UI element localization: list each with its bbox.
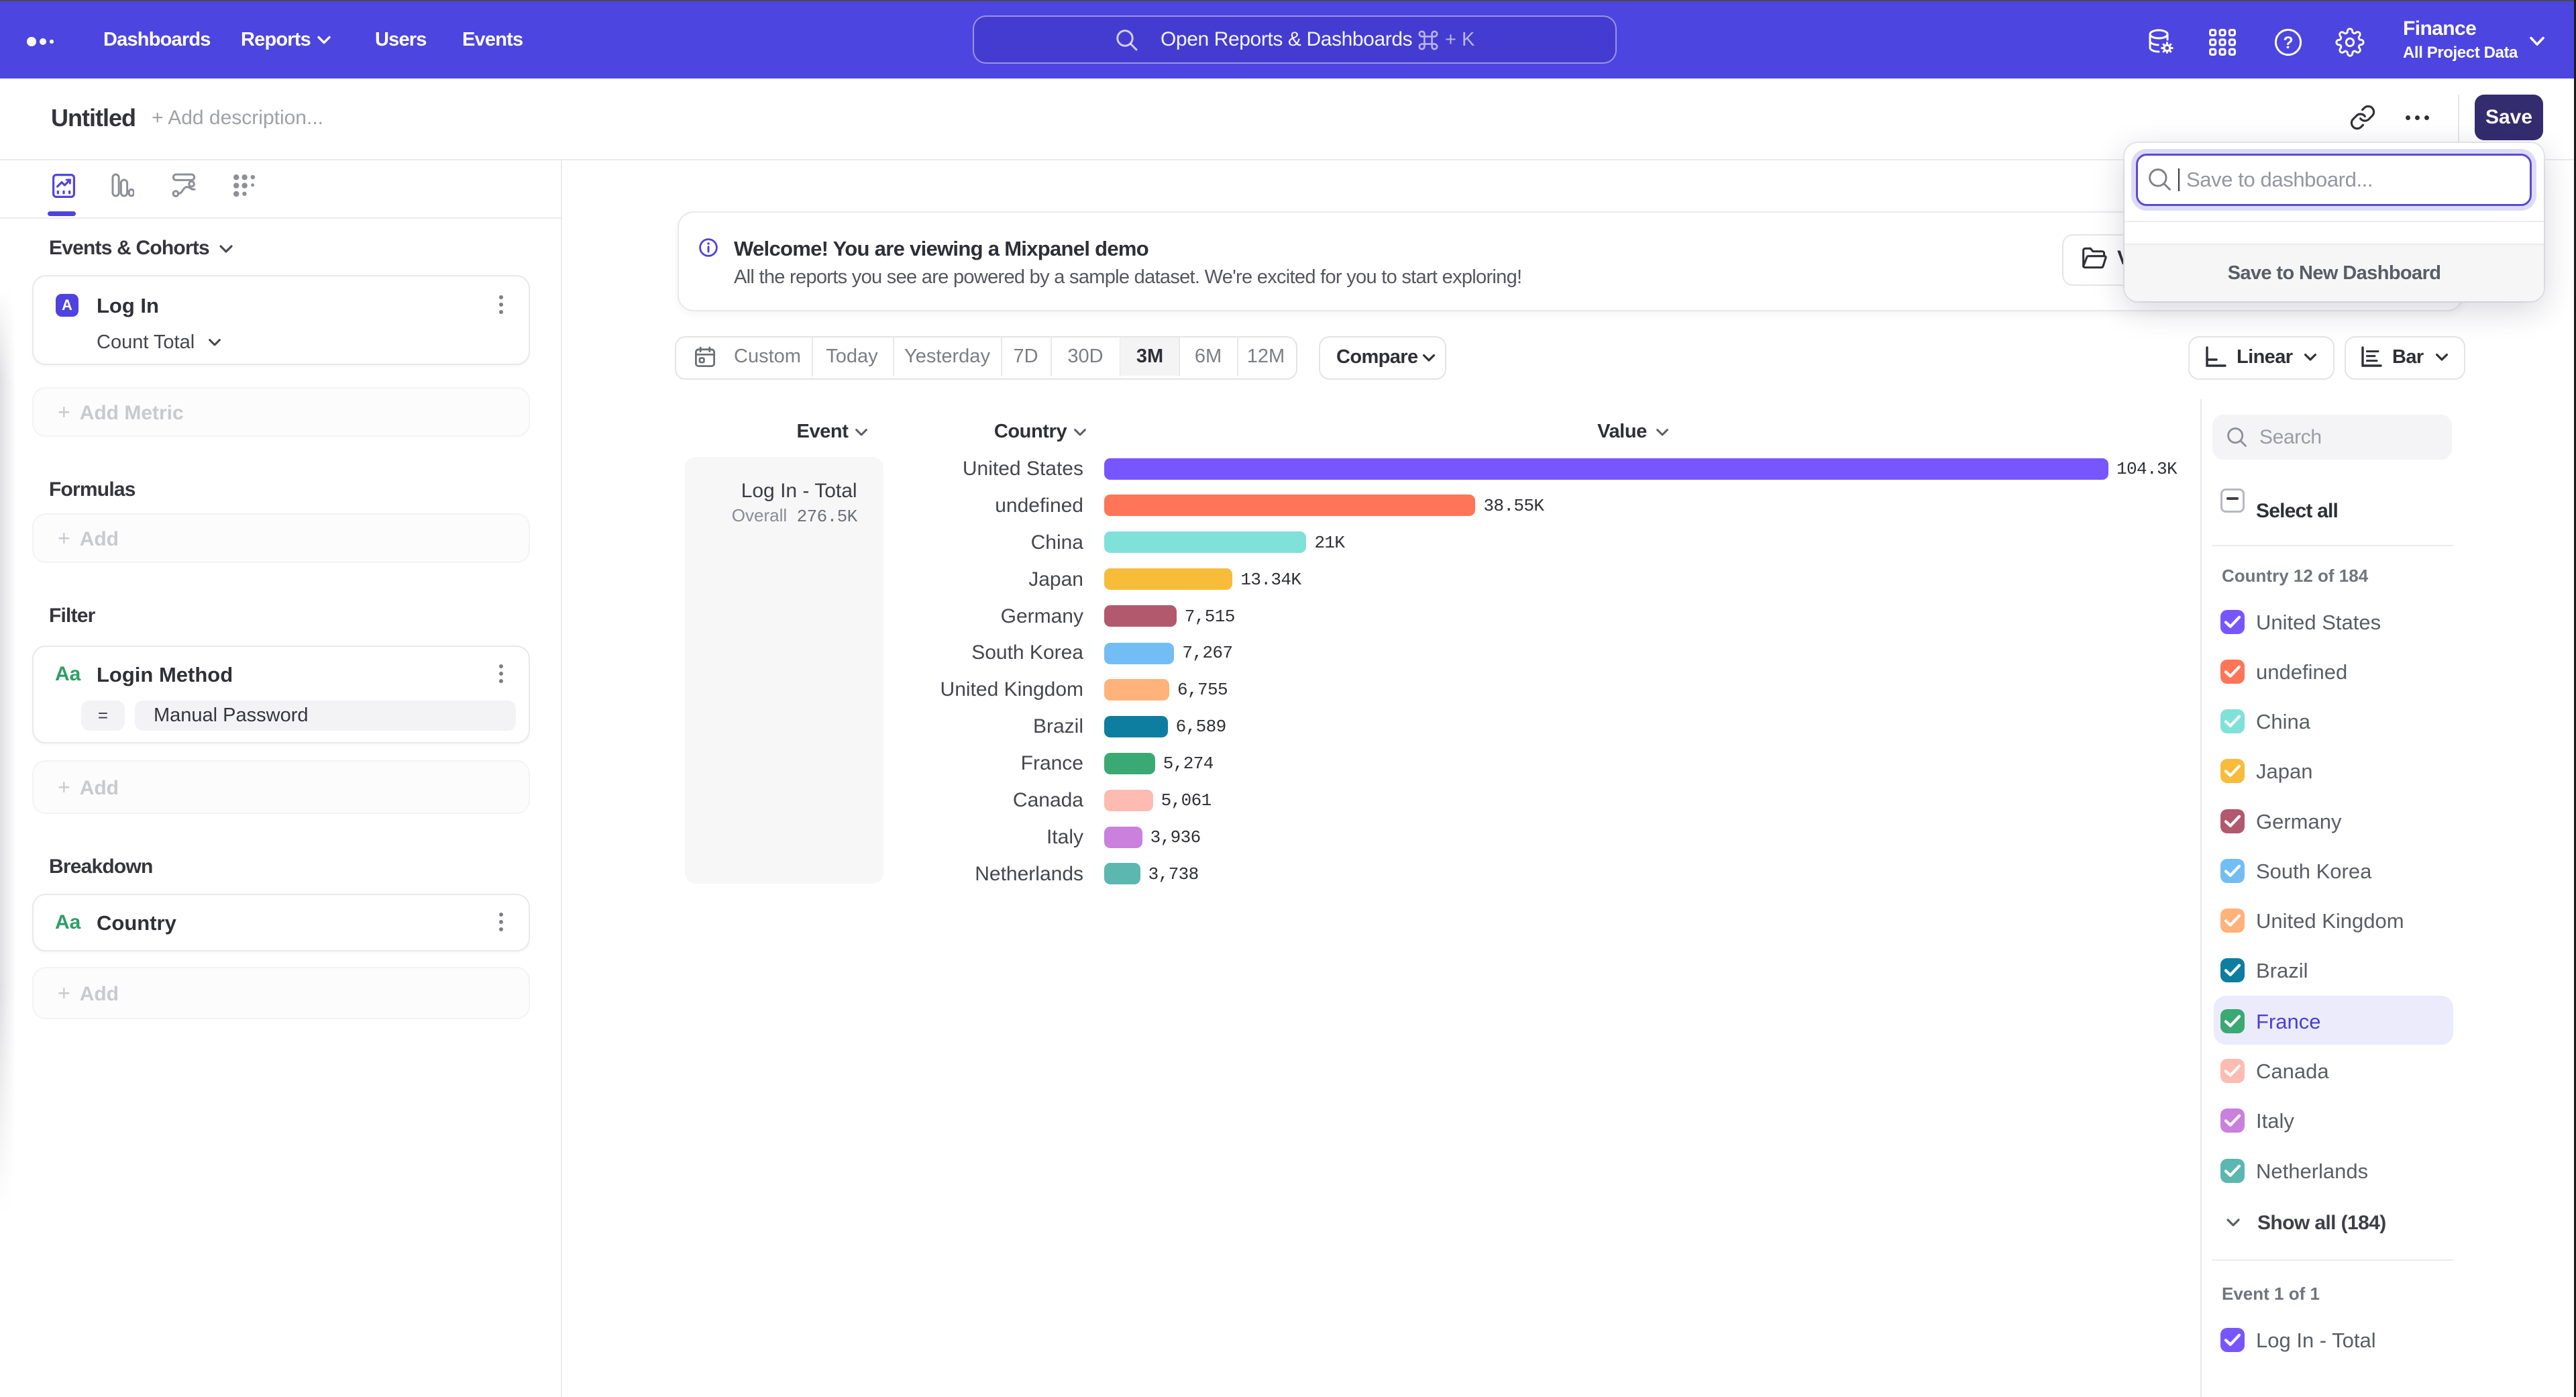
svg-text:?: ? [2283, 34, 2293, 52]
